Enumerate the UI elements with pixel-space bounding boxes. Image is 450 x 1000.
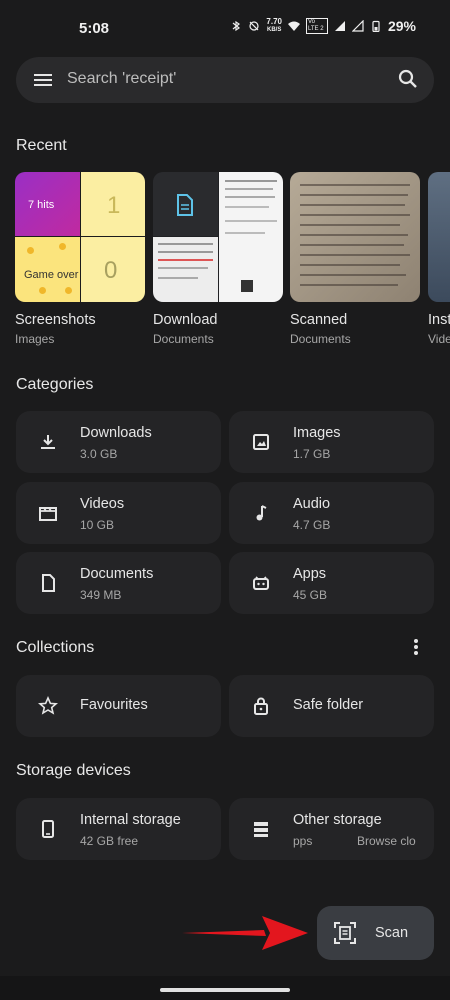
scan-label: Scan bbox=[375, 925, 409, 941]
recent-card-subtitle: Documents bbox=[290, 332, 351, 346]
thumb-score-one: 1 bbox=[107, 192, 121, 219]
star-icon bbox=[38, 696, 58, 715]
category-downloads[interactable]: Downloads 3.0 GB bbox=[16, 411, 221, 473]
category-size: 349 MB bbox=[80, 588, 122, 602]
document-icon bbox=[42, 574, 55, 592]
category-images[interactable]: Images 1.7 GB bbox=[229, 411, 434, 473]
recent-card-screenshots[interactable]: 7 hits 1 Game over 0 Screenshots Images bbox=[15, 172, 145, 346]
signal-icon-2 bbox=[351, 20, 364, 32]
lock-icon bbox=[254, 697, 268, 715]
storage-apps-text: pps bbox=[293, 834, 313, 848]
document-scan-icon bbox=[334, 922, 356, 944]
category-size: 4.7 GB bbox=[293, 518, 331, 532]
category-title: Apps bbox=[293, 566, 327, 582]
battery-percent: 29% bbox=[387, 18, 416, 34]
download-icon bbox=[41, 435, 55, 449]
red-arrow-annotation bbox=[182, 916, 308, 950]
recent-card-download[interactable]: Download Documents bbox=[153, 172, 283, 346]
categories-heading: Categories bbox=[16, 376, 94, 393]
scan-button[interactable]: Scan bbox=[317, 906, 434, 960]
search-icon[interactable] bbox=[398, 69, 418, 89]
category-size: 3.0 GB bbox=[80, 447, 118, 461]
category-documents[interactable]: Documents 349 MB bbox=[16, 552, 221, 614]
battery-icon bbox=[372, 20, 380, 32]
status-time: 5:08 bbox=[79, 20, 110, 37]
volte-badge: Vo LTE 2 bbox=[305, 18, 328, 34]
recent-list: 7 hits 1 Game over 0 Screenshots Images bbox=[15, 172, 450, 352]
image-icon bbox=[253, 434, 269, 450]
recent-card-title: Download bbox=[153, 312, 218, 328]
collection-favourites[interactable]: Favourites bbox=[16, 675, 221, 737]
storage-title: Internal storage bbox=[80, 812, 181, 828]
signal-icon-1 bbox=[334, 21, 345, 31]
phone-icon bbox=[42, 820, 54, 838]
recent-card-subtitle: Images bbox=[15, 332, 55, 346]
document-icon bbox=[177, 194, 193, 216]
category-apps[interactable]: Apps 45 GB bbox=[229, 552, 434, 614]
category-title: Downloads bbox=[80, 425, 152, 441]
recent-card-title: Inst bbox=[428, 312, 450, 328]
status-icons: 7.70 KB/S Vo LTE 2 29% bbox=[230, 18, 416, 34]
category-size: 1.7 GB bbox=[293, 447, 331, 461]
menu-icon[interactable] bbox=[34, 71, 52, 89]
recent-card-title: Scanned bbox=[290, 312, 348, 328]
screenshots-thumbnail: 7 hits 1 Game over 0 bbox=[15, 172, 145, 302]
music-note-icon bbox=[256, 505, 267, 521]
category-title: Images bbox=[293, 425, 341, 441]
category-title: Audio bbox=[293, 496, 331, 512]
thumb-game-over-text: Game over bbox=[24, 269, 79, 281]
bluetooth-icon bbox=[233, 20, 241, 32]
recent-card-scanned[interactable]: Scanned Documents bbox=[290, 172, 420, 346]
collections-heading: Collections bbox=[16, 639, 95, 656]
scanned-thumbnail bbox=[290, 172, 420, 302]
android-icon bbox=[253, 576, 269, 590]
category-size: 45 GB bbox=[293, 588, 328, 602]
collection-title: Safe folder bbox=[293, 697, 364, 713]
storage-heading: Storage devices bbox=[16, 762, 131, 779]
search-input[interactable]: Search 'receipt' bbox=[67, 70, 176, 88]
recent-card-partial[interactable]: Inst Vide bbox=[428, 172, 450, 346]
wifi-icon bbox=[287, 21, 300, 31]
category-title: Documents bbox=[80, 566, 154, 582]
recent-card-subtitle: Documents bbox=[153, 332, 214, 346]
collection-title: Favourites bbox=[80, 697, 148, 713]
thumb-hits-text: 7 hits bbox=[28, 199, 55, 211]
storage-free: 42 GB free bbox=[80, 834, 139, 848]
download-thumbnail bbox=[153, 172, 283, 302]
storage-internal[interactable]: Internal storage 42 GB free bbox=[16, 798, 221, 860]
video-thumbnail bbox=[428, 172, 450, 302]
network-speed: 7.70 KB/S bbox=[266, 17, 282, 34]
recent-card-title: Screenshots bbox=[15, 312, 96, 328]
gesture-handle[interactable] bbox=[160, 988, 290, 992]
recent-heading: Recent bbox=[16, 137, 67, 154]
thumb-score-zero: 0 bbox=[104, 257, 118, 284]
storage-other[interactable]: Other storage pps Browse clo bbox=[229, 798, 434, 860]
mute-icon bbox=[249, 21, 259, 31]
video-icon bbox=[39, 507, 57, 521]
recent-card-subtitle: Vide bbox=[428, 332, 450, 346]
storage-browse-text: Browse clo bbox=[357, 834, 416, 848]
storage-icon bbox=[254, 822, 268, 837]
category-size: 10 GB bbox=[80, 518, 115, 532]
category-title: Videos bbox=[80, 496, 125, 512]
storage-title: Other storage bbox=[293, 812, 382, 828]
collection-safe-folder[interactable]: Safe folder bbox=[229, 675, 434, 737]
category-videos[interactable]: Videos 10 GB bbox=[16, 482, 221, 544]
search-bar[interactable]: Search 'receipt' bbox=[16, 57, 434, 103]
more-options-icon[interactable] bbox=[413, 638, 419, 656]
category-audio[interactable]: Audio 4.7 GB bbox=[229, 482, 434, 544]
status-bar: 5:08 7.70 KB/S Vo LTE 2 29% bbox=[0, 0, 450, 56]
